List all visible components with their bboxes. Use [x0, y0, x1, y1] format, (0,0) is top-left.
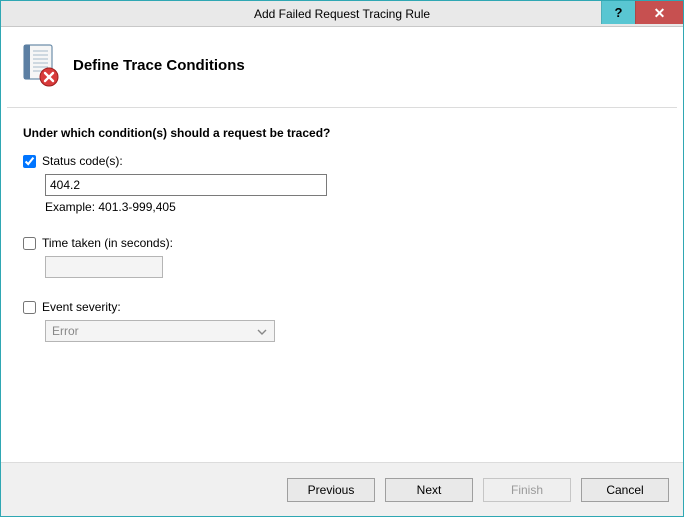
help-button[interactable]: ?	[601, 1, 635, 24]
event-severity-select[interactable]: Error	[45, 320, 275, 342]
window-title: Add Failed Request Tracing Rule	[1, 7, 683, 21]
time-taken-block: Time taken (in seconds):	[23, 236, 661, 278]
status-codes-block: Status code(s): Example: 401.3-999,405	[23, 154, 661, 214]
event-severity-label: Event severity:	[42, 300, 121, 314]
status-codes-example: Example: 401.3-999,405	[45, 200, 661, 214]
cancel-button[interactable]: Cancel	[581, 478, 669, 502]
wizard-header: Define Trace Conditions	[1, 27, 683, 107]
status-codes-label: Status code(s):	[42, 154, 123, 168]
event-severity-block: Event severity: Error	[23, 300, 661, 342]
titlebar-buttons: ? ✕	[601, 1, 683, 26]
titlebar: Add Failed Request Tracing Rule ? ✕	[1, 1, 683, 27]
next-button[interactable]: Next	[385, 478, 473, 502]
time-taken-label: Time taken (in seconds):	[42, 236, 173, 250]
wizard-content: Under which condition(s) should a reques…	[1, 108, 683, 462]
time-taken-input[interactable]	[45, 256, 163, 278]
previous-button[interactable]: Previous	[287, 478, 375, 502]
status-codes-input[interactable]	[45, 174, 327, 196]
wizard-footer: Previous Next Finish Cancel	[1, 462, 683, 516]
wizard-icon	[19, 43, 59, 87]
chevron-down-icon	[254, 324, 270, 338]
status-codes-checkbox[interactable]	[23, 155, 36, 168]
finish-button[interactable]: Finish	[483, 478, 571, 502]
page-title: Define Trace Conditions	[73, 57, 245, 74]
close-button[interactable]: ✕	[635, 1, 683, 24]
wizard-window: Add Failed Request Tracing Rule ? ✕	[0, 0, 684, 517]
event-severity-value: Error	[52, 324, 79, 338]
time-taken-checkbox[interactable]	[23, 237, 36, 250]
content-prompt: Under which condition(s) should a reques…	[23, 126, 661, 140]
close-icon: ✕	[654, 6, 666, 20]
event-severity-checkbox[interactable]	[23, 301, 36, 314]
